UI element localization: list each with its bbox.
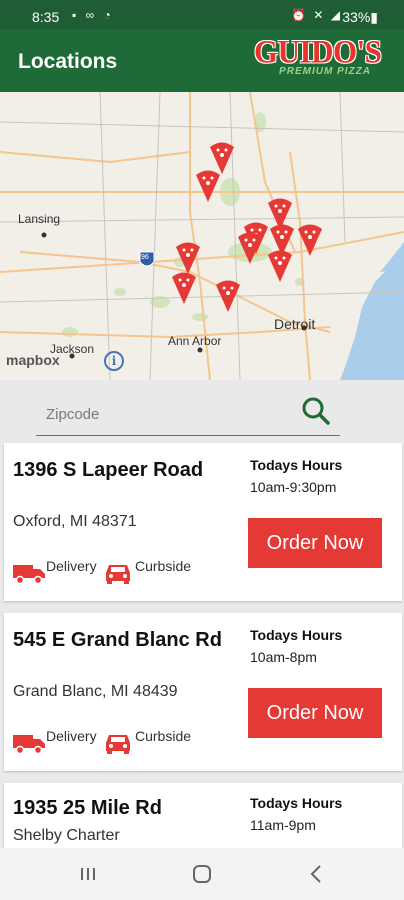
notification-icons: ▪ ∞ ◔ xyxy=(72,8,114,22)
highway-96-label: 96 xyxy=(141,254,149,261)
curbside-car-icon xyxy=(106,565,130,584)
back-icon[interactable] xyxy=(296,858,336,890)
location-hours: 10am-8pm xyxy=(250,649,317,665)
location-address: 545 E Grand Blanc Rd xyxy=(13,629,222,651)
mapbox-logo[interactable]: mapbox xyxy=(6,352,60,368)
status-bar: 8:35 ▪ ∞ ◔ ⏰ ✕ ◢ 33%▮ xyxy=(0,0,404,30)
location-city: Grand Blanc, MI 48439 xyxy=(13,683,178,700)
order-now-button[interactable]: Order Now xyxy=(248,518,382,568)
location-address: 1396 S Lapeer Road xyxy=(13,459,204,481)
logo-wordmark: GUIDO'S xyxy=(254,33,382,70)
location-card[interactable]: 1935 25 Mile Rd Shelby Charter Todays Ho… xyxy=(4,783,402,853)
search-icon[interactable] xyxy=(300,395,330,425)
location-city: Oxford, MI 48371 xyxy=(13,513,137,530)
map-label-lansing: Lansing xyxy=(18,212,61,226)
location-card[interactable]: 1396 S Lapeer Road Oxford, MI 48371 Toda… xyxy=(4,443,402,601)
delivery-label: Delivery xyxy=(46,728,97,744)
hours-label: Todays Hours xyxy=(250,795,343,811)
info-icon[interactable]: i xyxy=(104,351,124,371)
locations-map[interactable]: Lansing Detroit Ann Arbor Jackson 96 map… xyxy=(0,92,404,380)
delivery-truck-icon xyxy=(13,735,45,755)
location-hours: 11am-9pm xyxy=(250,817,316,833)
page-title: Locations xyxy=(18,50,118,73)
map-label-ann-arbor: Ann Arbor xyxy=(168,334,222,348)
home-icon[interactable] xyxy=(182,858,222,890)
system-nav-bar xyxy=(0,848,404,900)
clock: 8:35 xyxy=(32,9,60,25)
search-bar xyxy=(0,380,404,442)
battery-indicator: 33%▮ xyxy=(342,9,378,25)
location-address: 1935 25 Mile Rd xyxy=(13,797,162,819)
hours-label: Todays Hours xyxy=(250,457,343,473)
recent-apps-icon[interactable] xyxy=(68,858,108,890)
map-label-detroit: Detroit xyxy=(274,316,316,332)
location-hours: 10am-9:30pm xyxy=(250,479,337,495)
system-icons: ⏰ ✕ ◢ xyxy=(291,8,342,22)
zipcode-input[interactable] xyxy=(36,394,340,436)
location-card[interactable]: 545 E Grand Blanc Rd Grand Blanc, MI 484… xyxy=(4,613,402,771)
app-bar: Locations GUIDO'S PREMIUM PIZZA xyxy=(0,30,404,92)
delivery-label: Delivery xyxy=(46,558,97,574)
curbside-label: Curbside xyxy=(135,558,192,574)
curbside-car-icon xyxy=(106,735,130,754)
delivery-truck-icon xyxy=(13,565,45,585)
location-city: Shelby Charter xyxy=(13,827,120,844)
brand-logo: GUIDO'S PREMIUM PIZZA xyxy=(254,33,382,86)
curbside-label: Curbside xyxy=(135,728,192,744)
order-now-button[interactable]: Order Now xyxy=(248,688,382,738)
hours-label: Todays Hours xyxy=(250,627,343,643)
